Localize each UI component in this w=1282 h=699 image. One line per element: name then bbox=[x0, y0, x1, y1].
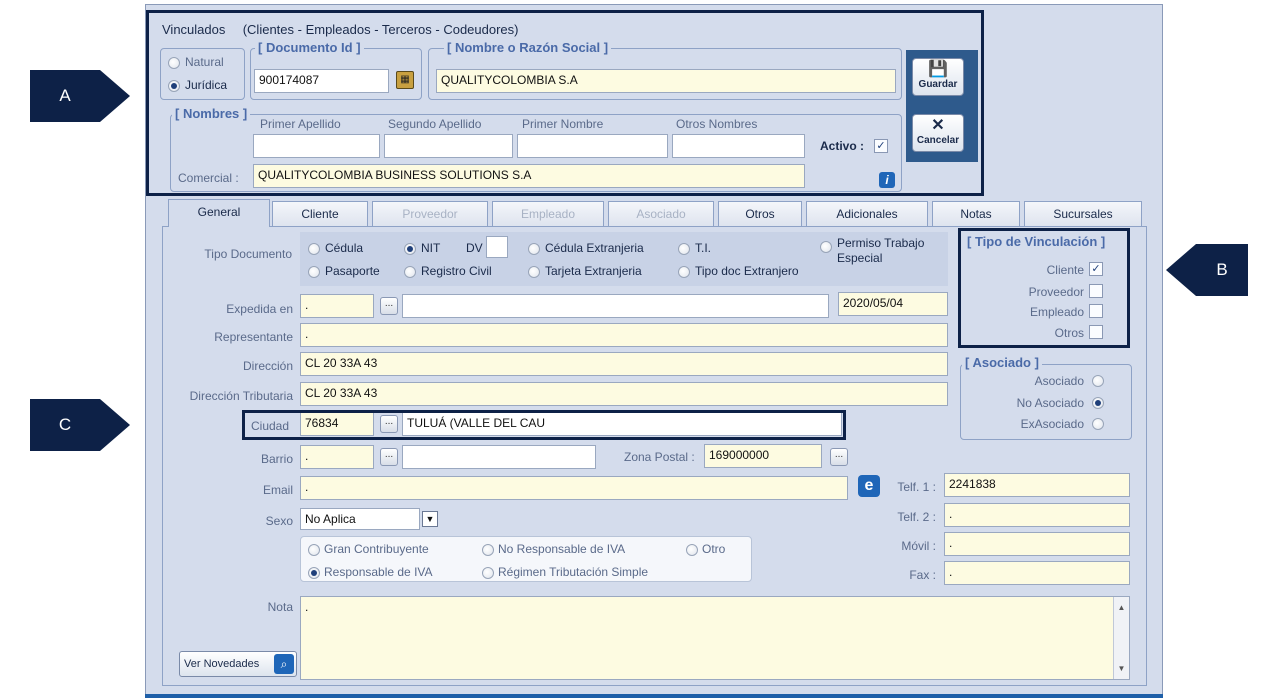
registro-civil-radio[interactable] bbox=[404, 266, 416, 278]
tab-adicionales[interactable]: Adicionales bbox=[806, 201, 928, 227]
tarjeta-extranjeria-label: Tarjeta Extranjeria bbox=[545, 264, 642, 278]
permiso-trabajo-label: Permiso Trabajo bbox=[837, 236, 925, 250]
fax-label: Fax : bbox=[909, 568, 936, 582]
nota-scrollbar[interactable]: ▲ ▼ bbox=[1113, 597, 1129, 679]
tab-asociado[interactable]: Asociado bbox=[608, 201, 714, 227]
representante-input[interactable]: . bbox=[300, 323, 948, 347]
callout-a: A bbox=[30, 70, 100, 122]
dv-label: DV bbox=[466, 241, 483, 255]
gran-contribuyente-label: Gran Contribuyente bbox=[324, 542, 429, 556]
expedida-name-input[interactable] bbox=[402, 294, 829, 318]
nota-label: Nota bbox=[267, 600, 293, 614]
callout-b-arrow bbox=[1166, 244, 1196, 296]
sexo-dropdown-arrow[interactable]: ▼ bbox=[422, 511, 438, 527]
ver-novedades-button[interactable]: Ver Novedades ⌕ bbox=[179, 651, 297, 677]
zona-postal-input[interactable]: 169000000 bbox=[704, 444, 822, 468]
email-input[interactable]: . bbox=[300, 476, 848, 500]
sexo-label: Sexo bbox=[265, 514, 293, 528]
ti-label: T.I. bbox=[695, 241, 712, 255]
gran-contribuyente-radio[interactable] bbox=[308, 544, 320, 556]
scroll-up-icon[interactable]: ▲ bbox=[1114, 603, 1129, 612]
email-label: Email bbox=[262, 483, 293, 497]
expedida-code-input[interactable]: . bbox=[300, 294, 374, 318]
exasociado-radio[interactable] bbox=[1092, 418, 1104, 430]
no-asociado-radio[interactable] bbox=[1092, 397, 1104, 409]
asociado-legend: [ Asociado ] bbox=[962, 355, 1042, 370]
sexo-select[interactable]: No Aplica bbox=[300, 508, 420, 530]
callout-b: B bbox=[1196, 244, 1248, 296]
otro-regimen-label: Otro bbox=[702, 542, 726, 556]
tarjeta-extranjeria-radio[interactable] bbox=[528, 266, 540, 278]
scroll-down-icon[interactable]: ▼ bbox=[1114, 664, 1129, 673]
tab-cliente[interactable]: Cliente bbox=[272, 201, 368, 227]
representante-label: Representante bbox=[214, 330, 293, 344]
barrio-label: Barrio bbox=[260, 452, 293, 466]
responsable-iva-radio[interactable] bbox=[308, 567, 320, 579]
ver-novedades-label: Ver Novedades bbox=[184, 658, 260, 670]
cedula-radio[interactable] bbox=[308, 243, 320, 255]
telf2-input[interactable]: . bbox=[944, 503, 1130, 527]
highlight-b bbox=[958, 228, 1130, 348]
tipo-documento-label: Tipo Documento bbox=[204, 247, 292, 261]
registro-civil-label: Registro Civil bbox=[421, 264, 492, 278]
asociado-option-label: Asociado bbox=[1034, 374, 1084, 388]
exasociado-label: ExAsociado bbox=[1020, 417, 1084, 431]
highlight-a bbox=[146, 10, 984, 196]
cedula-extranjeria-radio[interactable] bbox=[528, 243, 540, 255]
expedida-label: Expedida en bbox=[226, 302, 293, 316]
callout-a-arrow bbox=[100, 70, 130, 122]
direccion-label: Dirección bbox=[242, 359, 293, 373]
direccion-tributaria-input[interactable]: CL 20 33A 43 bbox=[300, 382, 948, 406]
search-icon: ⌕ bbox=[274, 654, 294, 674]
movil-input[interactable]: . bbox=[944, 532, 1130, 556]
tipo-doc-extranjero-radio[interactable] bbox=[678, 266, 690, 278]
tab-proveedor[interactable]: Proveedor bbox=[372, 201, 488, 227]
tab-otros[interactable]: Otros bbox=[718, 201, 802, 227]
zona-postal-label: Zona Postal : bbox=[624, 450, 695, 464]
barrio-code-input[interactable]: . bbox=[300, 445, 374, 469]
nit-label: NIT bbox=[421, 241, 441, 255]
tipo-doc-extranjero-label: Tipo doc Extranjero bbox=[695, 264, 799, 278]
callout-c: C bbox=[30, 399, 100, 451]
barrio-name-input[interactable] bbox=[402, 445, 596, 469]
direccion-tributaria-label: Dirección Tributaria bbox=[189, 389, 293, 403]
expedida-date-input[interactable]: 2020/05/04 bbox=[838, 292, 948, 316]
no-responsable-iva-label: No Responsable de IVA bbox=[498, 542, 626, 556]
cedula-extranjeria-label: Cédula Extranjeria bbox=[545, 241, 644, 255]
asociado-radio[interactable] bbox=[1092, 375, 1104, 387]
telf1-label: Telf. 1 : bbox=[897, 480, 936, 494]
nit-radio[interactable] bbox=[404, 243, 416, 255]
zona-postal-lookup-button[interactable]: ... bbox=[830, 448, 848, 466]
tab-general[interactable]: General bbox=[168, 199, 270, 227]
expedida-lookup-button[interactable]: ... bbox=[380, 297, 398, 315]
responsable-iva-label: Responsable de IVA bbox=[324, 565, 433, 579]
tab-sucursales[interactable]: Sucursales bbox=[1024, 201, 1142, 227]
pasaporte-label: Pasaporte bbox=[325, 264, 380, 278]
movil-label: Móvil : bbox=[901, 539, 936, 553]
window-bottom-bar bbox=[145, 694, 1163, 698]
no-responsable-iva-radio[interactable] bbox=[482, 544, 494, 556]
regimen-simple-radio[interactable] bbox=[482, 567, 494, 579]
tab-notas[interactable]: Notas bbox=[932, 201, 1020, 227]
fax-input[interactable]: . bbox=[944, 561, 1130, 585]
telf2-label: Telf. 2 : bbox=[897, 510, 936, 524]
permiso-trabajo-radio[interactable] bbox=[820, 241, 832, 253]
ti-radio[interactable] bbox=[678, 243, 690, 255]
callout-c-arrow bbox=[100, 399, 130, 451]
highlight-c bbox=[242, 410, 846, 440]
tab-empleado[interactable]: Empleado bbox=[492, 201, 604, 227]
otro-regimen-radio[interactable] bbox=[686, 544, 698, 556]
pasaporte-radio[interactable] bbox=[308, 266, 320, 278]
regimen-simple-label: Régimen Tributación Simple bbox=[498, 565, 649, 579]
telf1-input[interactable]: 2241838 bbox=[944, 473, 1130, 497]
dv-input[interactable] bbox=[486, 236, 508, 258]
direccion-input[interactable]: CL 20 33A 43 bbox=[300, 352, 948, 376]
barrio-lookup-button[interactable]: ... bbox=[380, 448, 398, 466]
permiso-especial-label: Especial bbox=[837, 251, 883, 265]
nota-textarea[interactable]: . bbox=[300, 596, 1130, 680]
cedula-label: Cédula bbox=[325, 241, 364, 255]
no-asociado-label: No Asociado bbox=[1016, 396, 1084, 410]
